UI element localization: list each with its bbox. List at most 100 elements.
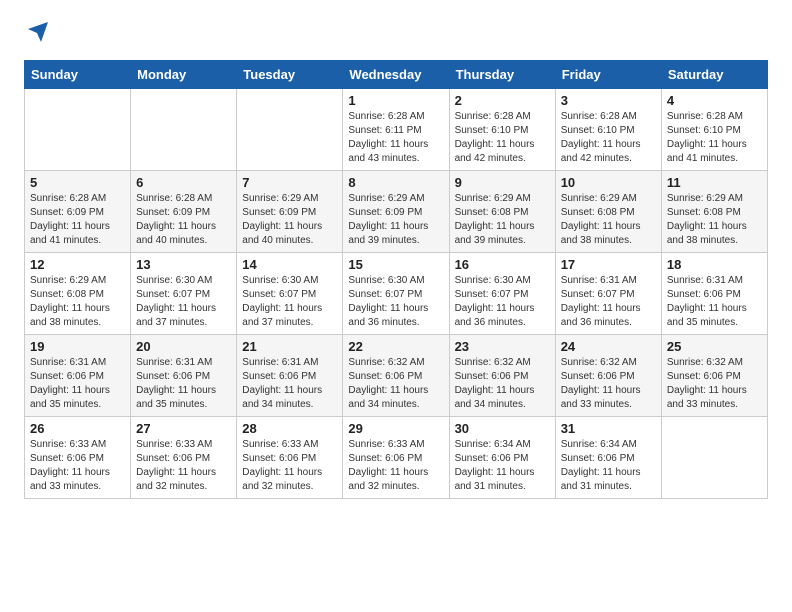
logo-bird-icon xyxy=(26,20,50,44)
calendar-cell xyxy=(661,417,767,499)
calendar-col-wednesday: Wednesday xyxy=(343,61,449,89)
calendar-cell: 23 Sunrise: 6:32 AM Sunset: 6:06 PM Dayli… xyxy=(449,335,555,417)
calendar-cell: 3 Sunrise: 6:28 AM Sunset: 6:10 PM Daylig… xyxy=(555,89,661,171)
calendar-cell: 7 Sunrise: 6:29 AM Sunset: 6:09 PM Daylig… xyxy=(237,171,343,253)
calendar-cell: 22Sunrise: 6:32 AM Sunset: 6:06 PM Dayli… xyxy=(343,335,449,417)
day-info: Sunrise: 6:30 AM Sunset: 6:07 PM Dayligh… xyxy=(455,274,550,330)
day-number: 25 xyxy=(667,339,762,354)
calendar-col-tuesday: Tuesday xyxy=(237,61,343,89)
day-info: Sunrise: 6:31 AM Sunset: 6:07 PM Dayligh… xyxy=(561,274,656,330)
day-number: 31 xyxy=(561,421,656,436)
calendar-cell: 21 Sunrise: 6:31 AM Sunset: 6:06 PM Dayli… xyxy=(237,335,343,417)
calendar-header-row: SundayMondayTuesdayWednesdayThursdayFrid… xyxy=(25,61,768,89)
day-number: 27 xyxy=(136,421,231,436)
calendar-cell: 27 Sunrise: 6:33 AM Sunset: 6:06 PM Dayli… xyxy=(131,417,237,499)
day-info: Sunrise: 6:28 AM Sunset: 6:10 PM Dayligh… xyxy=(561,110,656,166)
calendar-cell: 5 Sunrise: 6:28 AM Sunset: 6:09 PM Daylig… xyxy=(25,171,131,253)
calendar-week-5: 26 Sunrise: 6:33 AM Sunset: 6:06 PM Dayli… xyxy=(25,417,768,499)
day-number: 16 xyxy=(455,257,550,272)
day-number: 4 xyxy=(667,93,762,108)
day-info: Sunrise: 6:32 AM Sunset: 6:06 PM Dayligh… xyxy=(455,356,550,412)
calendar-col-monday: Monday xyxy=(131,61,237,89)
day-number: 1 xyxy=(348,93,443,108)
day-number: 6 xyxy=(136,175,231,190)
calendar-cell: 15Sunrise: 6:30 AM Sunset: 6:07 PM Dayli… xyxy=(343,253,449,335)
calendar-cell xyxy=(237,89,343,171)
day-info: Sunrise: 6:32 AM Sunset: 6:06 PM Dayligh… xyxy=(561,356,656,412)
day-info: Sunrise: 6:29 AM Sunset: 6:08 PM Dayligh… xyxy=(30,274,125,330)
calendar-week-3: 12 Sunrise: 6:29 AM Sunset: 6:08 PM Dayli… xyxy=(25,253,768,335)
day-info: Sunrise: 6:28 AM Sunset: 6:09 PM Dayligh… xyxy=(30,192,125,248)
calendar-cell: 6 Sunrise: 6:28 AM Sunset: 6:09 PM Daylig… xyxy=(131,171,237,253)
day-number: 29 xyxy=(348,421,443,436)
day-info: Sunrise: 6:34 AM Sunset: 6:06 PM Dayligh… xyxy=(561,438,656,494)
day-info: Sunrise: 6:33 AM Sunset: 6:06 PM Dayligh… xyxy=(348,438,443,494)
day-number: 8 xyxy=(348,175,443,190)
day-info: Sunrise: 6:33 AM Sunset: 6:06 PM Dayligh… xyxy=(30,438,125,494)
day-info: Sunrise: 6:32 AM Sunset: 6:06 PM Dayligh… xyxy=(667,356,762,412)
header xyxy=(24,20,768,44)
day-info: Sunrise: 6:28 AM Sunset: 6:10 PM Dayligh… xyxy=(667,110,762,166)
day-number: 7 xyxy=(242,175,337,190)
day-number: 15 xyxy=(348,257,443,272)
calendar-cell: 25 Sunrise: 6:32 AM Sunset: 6:06 PM Dayli… xyxy=(661,335,767,417)
day-info: Sunrise: 6:31 AM Sunset: 6:06 PM Dayligh… xyxy=(30,356,125,412)
day-number: 21 xyxy=(242,339,337,354)
logo xyxy=(24,20,50,44)
calendar-cell: 14Sunrise: 6:30 AM Sunset: 6:07 PM Dayli… xyxy=(237,253,343,335)
calendar-cell: 31 Sunrise: 6:34 AM Sunset: 6:06 PM Dayli… xyxy=(555,417,661,499)
day-number: 11 xyxy=(667,175,762,190)
day-number: 22 xyxy=(348,339,443,354)
calendar-cell: 17 Sunrise: 6:31 AM Sunset: 6:07 PM Dayli… xyxy=(555,253,661,335)
day-number: 13 xyxy=(136,257,231,272)
calendar-cell: 4 Sunrise: 6:28 AM Sunset: 6:10 PM Daylig… xyxy=(661,89,767,171)
page: SundayMondayTuesdayWednesdayThursdayFrid… xyxy=(0,0,792,519)
calendar-week-1: 1 Sunrise: 6:28 AM Sunset: 6:11 PM Daylig… xyxy=(25,89,768,171)
calendar-cell: 20 Sunrise: 6:31 AM Sunset: 6:06 PM Dayli… xyxy=(131,335,237,417)
day-info: Sunrise: 6:29 AM Sunset: 6:09 PM Dayligh… xyxy=(242,192,337,248)
day-info: Sunrise: 6:29 AM Sunset: 6:09 PM Dayligh… xyxy=(348,192,443,248)
day-number: 24 xyxy=(561,339,656,354)
day-info: Sunrise: 6:28 AM Sunset: 6:09 PM Dayligh… xyxy=(136,192,231,248)
day-number: 20 xyxy=(136,339,231,354)
calendar-cell: 2Sunrise: 6:28 AM Sunset: 6:10 PM Daylig… xyxy=(449,89,555,171)
calendar-cell: 19 Sunrise: 6:31 AM Sunset: 6:06 PM Dayli… xyxy=(25,335,131,417)
calendar-cell: 29 Sunrise: 6:33 AM Sunset: 6:06 PM Dayli… xyxy=(343,417,449,499)
day-info: Sunrise: 6:28 AM Sunset: 6:11 PM Dayligh… xyxy=(348,110,443,166)
calendar-cell: 18Sunrise: 6:31 AM Sunset: 6:06 PM Dayli… xyxy=(661,253,767,335)
calendar-cell: 9Sunrise: 6:29 AM Sunset: 6:08 PM Daylig… xyxy=(449,171,555,253)
day-info: Sunrise: 6:29 AM Sunset: 6:08 PM Dayligh… xyxy=(667,192,762,248)
day-info: Sunrise: 6:33 AM Sunset: 6:06 PM Dayligh… xyxy=(136,438,231,494)
day-info: Sunrise: 6:33 AM Sunset: 6:06 PM Dayligh… xyxy=(242,438,337,494)
calendar-table: SundayMondayTuesdayWednesdayThursdayFrid… xyxy=(24,60,768,499)
day-number: 19 xyxy=(30,339,125,354)
day-number: 23 xyxy=(455,339,550,354)
calendar-cell: 12 Sunrise: 6:29 AM Sunset: 6:08 PM Dayli… xyxy=(25,253,131,335)
day-number: 30 xyxy=(455,421,550,436)
calendar-cell: 8 Sunrise: 6:29 AM Sunset: 6:09 PM Daylig… xyxy=(343,171,449,253)
day-number: 28 xyxy=(242,421,337,436)
calendar-col-friday: Friday xyxy=(555,61,661,89)
day-number: 3 xyxy=(561,93,656,108)
day-info: Sunrise: 6:28 AM Sunset: 6:10 PM Dayligh… xyxy=(455,110,550,166)
day-info: Sunrise: 6:31 AM Sunset: 6:06 PM Dayligh… xyxy=(242,356,337,412)
day-info: Sunrise: 6:34 AM Sunset: 6:06 PM Dayligh… xyxy=(455,438,550,494)
calendar-cell: 30 Sunrise: 6:34 AM Sunset: 6:06 PM Dayli… xyxy=(449,417,555,499)
day-info: Sunrise: 6:29 AM Sunset: 6:08 PM Dayligh… xyxy=(455,192,550,248)
day-number: 5 xyxy=(30,175,125,190)
day-number: 12 xyxy=(30,257,125,272)
day-info: Sunrise: 6:31 AM Sunset: 6:06 PM Dayligh… xyxy=(136,356,231,412)
day-number: 17 xyxy=(561,257,656,272)
calendar-col-saturday: Saturday xyxy=(661,61,767,89)
calendar-cell: 28 Sunrise: 6:33 AM Sunset: 6:06 PM Dayli… xyxy=(237,417,343,499)
calendar-col-thursday: Thursday xyxy=(449,61,555,89)
day-number: 18 xyxy=(667,257,762,272)
day-info: Sunrise: 6:30 AM Sunset: 6:07 PM Dayligh… xyxy=(136,274,231,330)
calendar-week-4: 19 Sunrise: 6:31 AM Sunset: 6:06 PM Dayli… xyxy=(25,335,768,417)
day-number: 14 xyxy=(242,257,337,272)
calendar-col-sunday: Sunday xyxy=(25,61,131,89)
day-number: 26 xyxy=(30,421,125,436)
calendar-cell: 10Sunrise: 6:29 AM Sunset: 6:08 PM Dayli… xyxy=(555,171,661,253)
day-number: 10 xyxy=(561,175,656,190)
calendar-cell: 26 Sunrise: 6:33 AM Sunset: 6:06 PM Dayli… xyxy=(25,417,131,499)
